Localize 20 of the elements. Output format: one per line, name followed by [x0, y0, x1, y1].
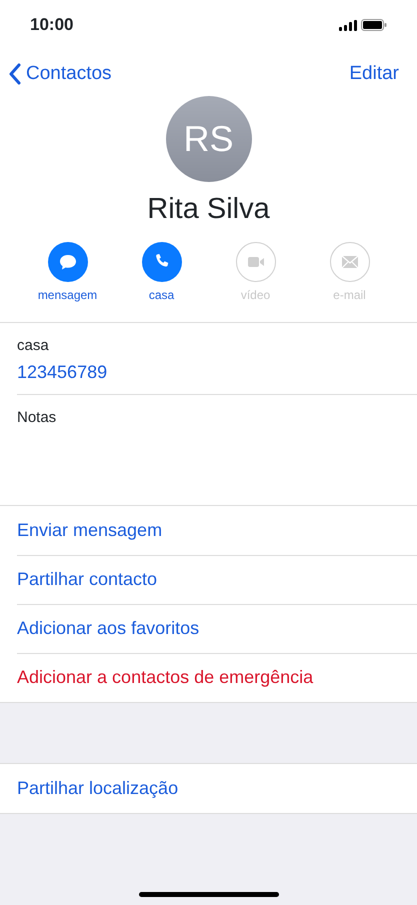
action-link[interactable]: Adicionar aos favoritos — [17, 615, 200, 642]
message-action-button[interactable] — [48, 242, 88, 282]
battery-icon — [361, 19, 387, 31]
avatar: RS — [166, 96, 252, 182]
action-label: mensagem — [38, 286, 98, 304]
phone-action-button[interactable] — [142, 242, 182, 282]
action-link[interactable]: Partilhar contacto — [17, 566, 158, 593]
phone-label: casa — [17, 336, 50, 356]
chevron-left-icon — [8, 63, 22, 85]
signal-icon — [339, 20, 357, 30]
notes-label: Notas — [17, 408, 58, 428]
edit-button[interactable]: Editar — [349, 60, 399, 88]
action-link[interactable]: Enviar mensagem — [17, 516, 162, 544]
back-button[interactable]: Contactos — [8, 60, 112, 88]
emergency-link[interactable]: Adicionar a contactos de emergência — [17, 664, 314, 691]
contact-name: Rita Silva — [146, 192, 271, 227]
action-label: casa — [148, 286, 174, 304]
phone-number[interactable]: 123456789 — [17, 359, 417, 386]
share-location-link[interactable]: Partilhar localização — [17, 774, 178, 802]
status-time: 10:00 — [30, 14, 74, 36]
